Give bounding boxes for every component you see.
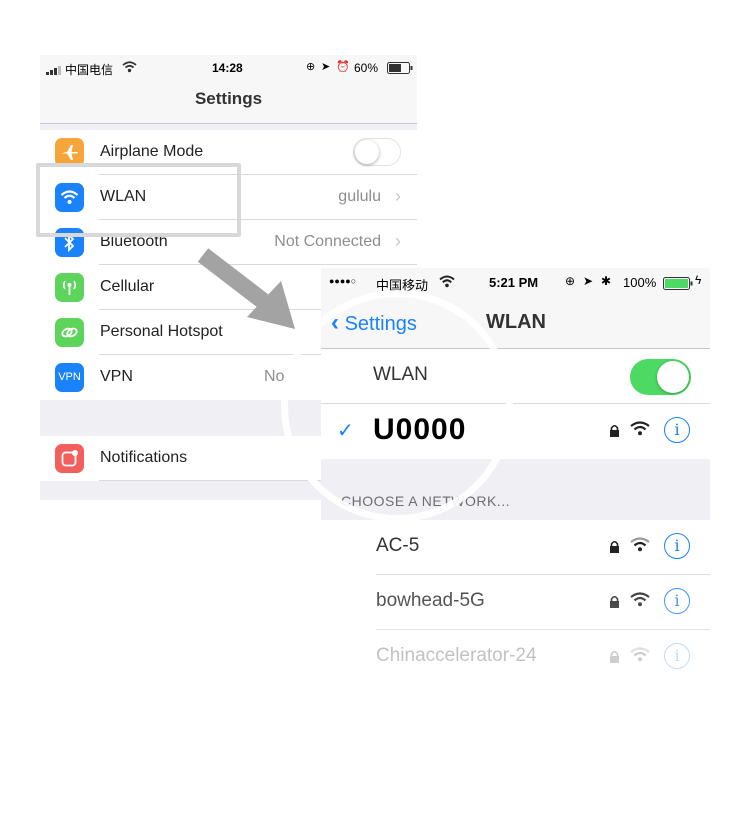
- location-icon: ➤: [321, 61, 331, 73]
- wlan-screen: ●●●●○ 中国移动 5:21 PM ⊕ ➤ ✱ 100% ϟ ‹ Settin…: [321, 268, 710, 693]
- wifi-strength-icon: [630, 537, 650, 557]
- network-ssid: AC-5: [376, 535, 420, 556]
- page-title: Settings: [194, 89, 263, 108]
- lock-icon: [609, 540, 620, 558]
- network-row[interactable]: bowhead-5G i: [321, 575, 710, 630]
- wlan-highlight-box: [36, 163, 241, 237]
- chevron-right-icon: ›: [395, 231, 401, 251]
- airplane-mode-toggle[interactable]: [353, 138, 401, 166]
- battery-label: 100%: [623, 275, 657, 290]
- wlan-toggle[interactable]: [630, 359, 691, 395]
- clock-label: 14:28: [212, 61, 243, 75]
- checkmark-icon: ✓: [337, 420, 354, 442]
- section-header: CHOOSE A NETWORK...: [341, 493, 510, 509]
- pointer-arrow-icon: [197, 248, 295, 329]
- cellular-icon: [55, 273, 84, 302]
- lock-rotation-icon: ⊕: [306, 61, 316, 73]
- wlan-label: WLAN: [373, 364, 428, 385]
- connected-network-row[interactable]: ✓ U0000 i: [321, 404, 710, 459]
- location-icon: ➤: [583, 274, 594, 288]
- network-ssid: Chinaccelerator-24: [376, 645, 537, 666]
- wlan-toggle-row: WLAN: [321, 349, 710, 404]
- row-label: Cellular: [100, 278, 155, 295]
- chevron-right-icon: ›: [395, 186, 401, 206]
- wifi-status-icon: [122, 61, 137, 76]
- carrier-label: 中国电信: [65, 63, 114, 77]
- lock-rotation-icon: ⊕: [565, 274, 576, 288]
- battery-label: 60%: [354, 61, 379, 75]
- row-label: Airplane Mode: [100, 143, 204, 160]
- info-button[interactable]: i: [664, 643, 690, 669]
- nav-bar: ‹ Settings WLAN: [321, 298, 710, 349]
- vpn-icon: VPN: [55, 363, 84, 392]
- charging-icon: ϟ: [695, 273, 702, 287]
- wifi-status-icon: [439, 275, 455, 291]
- wifi-strength-icon: [630, 592, 650, 612]
- status-bar: ●●●●○ 中国移动 5:21 PM ⊕ ➤ ✱ 100% ϟ: [321, 268, 710, 298]
- row-value: No: [264, 368, 285, 385]
- nav-bar: Settings: [40, 81, 417, 124]
- connected-ssid: U0000: [373, 413, 467, 446]
- signal-icon: [46, 64, 63, 78]
- row-value: gululu: [338, 188, 381, 205]
- carrier-label: 中国移动: [376, 278, 429, 293]
- network-ssid: bowhead-5G: [376, 590, 485, 611]
- network-row[interactable]: AC-5 i: [321, 520, 710, 575]
- info-button[interactable]: i: [664, 533, 690, 559]
- page-title: WLAN: [486, 311, 546, 333]
- back-button[interactable]: ‹ Settings: [331, 309, 417, 337]
- row-label: Notifications: [100, 449, 188, 466]
- chevron-left-icon: ‹: [331, 309, 339, 336]
- lock-icon: [609, 650, 620, 668]
- battery-icon: [387, 62, 413, 77]
- info-button[interactable]: i: [664, 417, 690, 443]
- back-label: Settings: [344, 313, 417, 335]
- wifi-strength-icon: [630, 647, 650, 667]
- status-bar: 中国电信 14:28 ⊕ ➤ ⏰ 60%: [40, 55, 417, 81]
- hotspot-icon: [55, 318, 84, 347]
- notifications-icon: [55, 444, 84, 473]
- battery-icon: [663, 277, 693, 293]
- alarm-icon: ⏰: [336, 61, 350, 73]
- bluetooth-status-icon: ✱: [601, 274, 612, 288]
- wifi-strength-icon: [630, 421, 650, 441]
- lock-icon: [609, 424, 620, 442]
- row-label: VPN: [100, 368, 133, 385]
- clock-label: 5:21 PM: [489, 275, 539, 290]
- network-row[interactable]: Chinaccelerator-24 i: [321, 630, 710, 693]
- info-button[interactable]: i: [664, 588, 690, 614]
- lock-icon: [609, 595, 620, 613]
- signal-dots-icon: ●●●●○: [329, 276, 357, 286]
